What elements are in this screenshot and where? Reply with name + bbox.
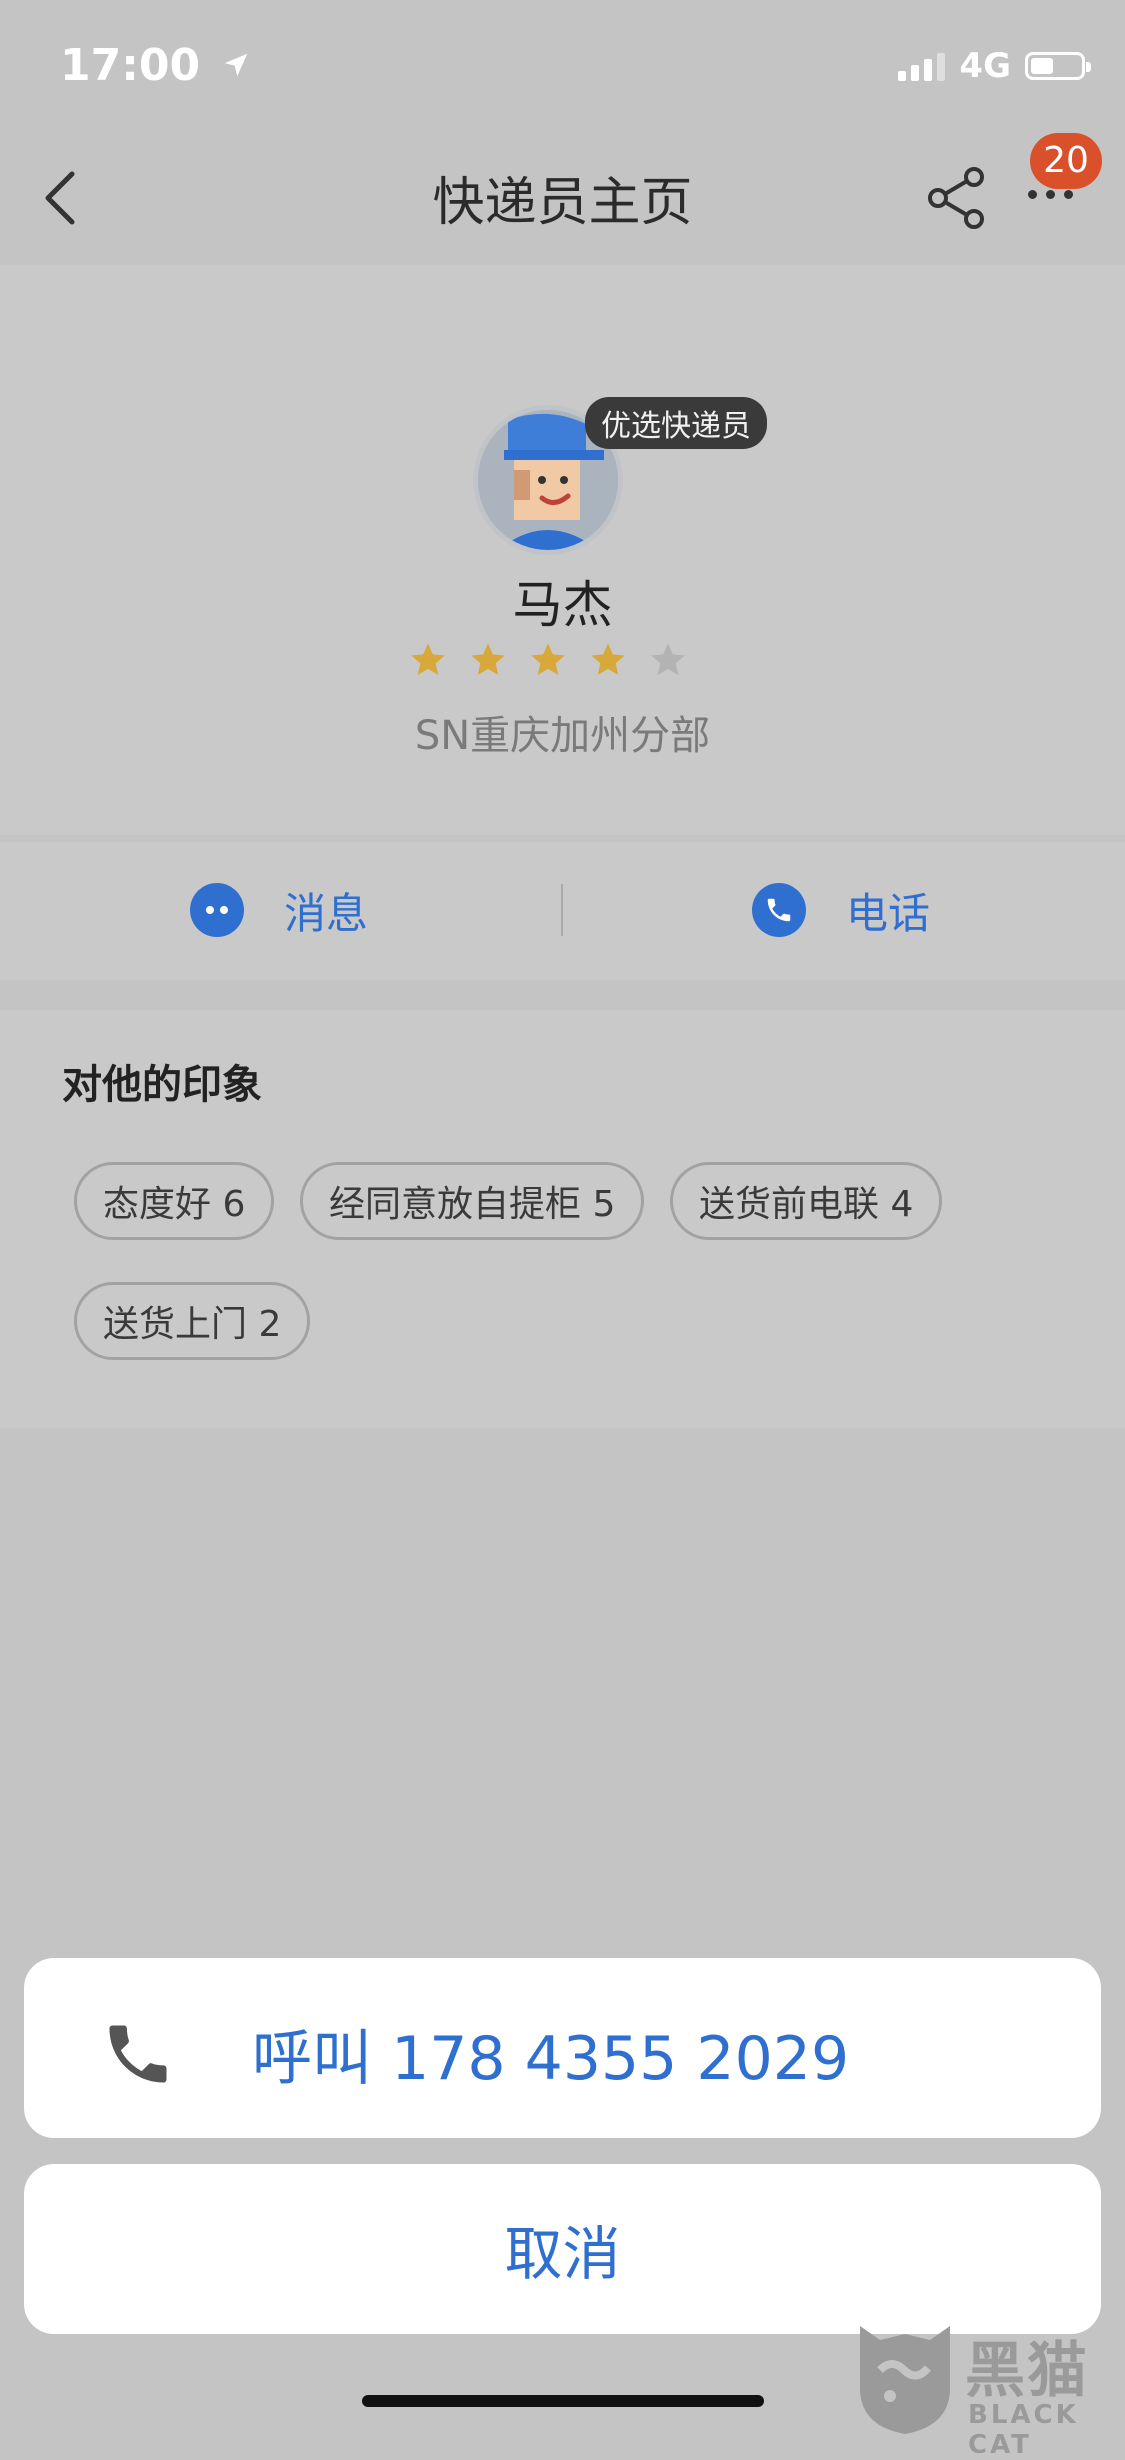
- watermark-text: 黑猫: [965, 2336, 1089, 2406]
- status-time-text: 17:00: [60, 40, 201, 91]
- star-filled-icon: [411, 643, 445, 675]
- star-empty-icon: [651, 643, 685, 675]
- action-divider: [561, 884, 563, 936]
- share-icon[interactable]: [924, 165, 988, 231]
- star-filled-icon: [471, 643, 505, 675]
- impression-tag: 送货上门 2: [74, 1282, 311, 1360]
- status-indicators: 4G: [898, 46, 1091, 86]
- message-button[interactable]: 消息: [190, 870, 368, 950]
- notification-badge: 20: [1030, 133, 1102, 189]
- star-filled-icon: [591, 643, 625, 675]
- more-icon[interactable]: [1028, 190, 1073, 199]
- impression-tag: 经同意放自提柜 5: [300, 1162, 645, 1240]
- star-filled-icon: [531, 643, 565, 675]
- black-cat-logo-icon: [860, 2326, 950, 2434]
- courier-branch: SN重庆加州分部: [414, 713, 711, 759]
- preferred-courier-tag: 优选快递员: [585, 397, 767, 449]
- message-label: 消息: [284, 888, 369, 938]
- impressions-title: 对他的印象: [62, 1062, 262, 1108]
- status-time: 17:00: [60, 40, 251, 91]
- phone-button[interactable]: 电话: [752, 870, 930, 950]
- cancel-button[interactable]: 取消: [24, 2164, 1101, 2334]
- chat-bubble-icon: [190, 883, 244, 937]
- call-number-text[interactable]: 呼叫 178 4355 2029: [252, 2010, 849, 2097]
- impression-tag: 态度好 6: [74, 1162, 275, 1240]
- phone-handset-icon: [109, 2025, 167, 2083]
- signal-icon: [898, 51, 946, 81]
- battery-icon: [1025, 52, 1091, 80]
- impression-tag: 送货前电联 4: [670, 1162, 943, 1240]
- phone-icon: [752, 883, 806, 937]
- watermark-subtext: BLACK CAT: [968, 2400, 1079, 2460]
- star-rating: [408, 640, 688, 680]
- home-indicator[interactable]: [362, 2395, 764, 2407]
- courier-name: 马杰: [512, 576, 613, 634]
- network-type: 4G: [959, 46, 1011, 86]
- phone-label: 电话: [846, 888, 931, 938]
- location-arrow-icon: [225, 53, 248, 77]
